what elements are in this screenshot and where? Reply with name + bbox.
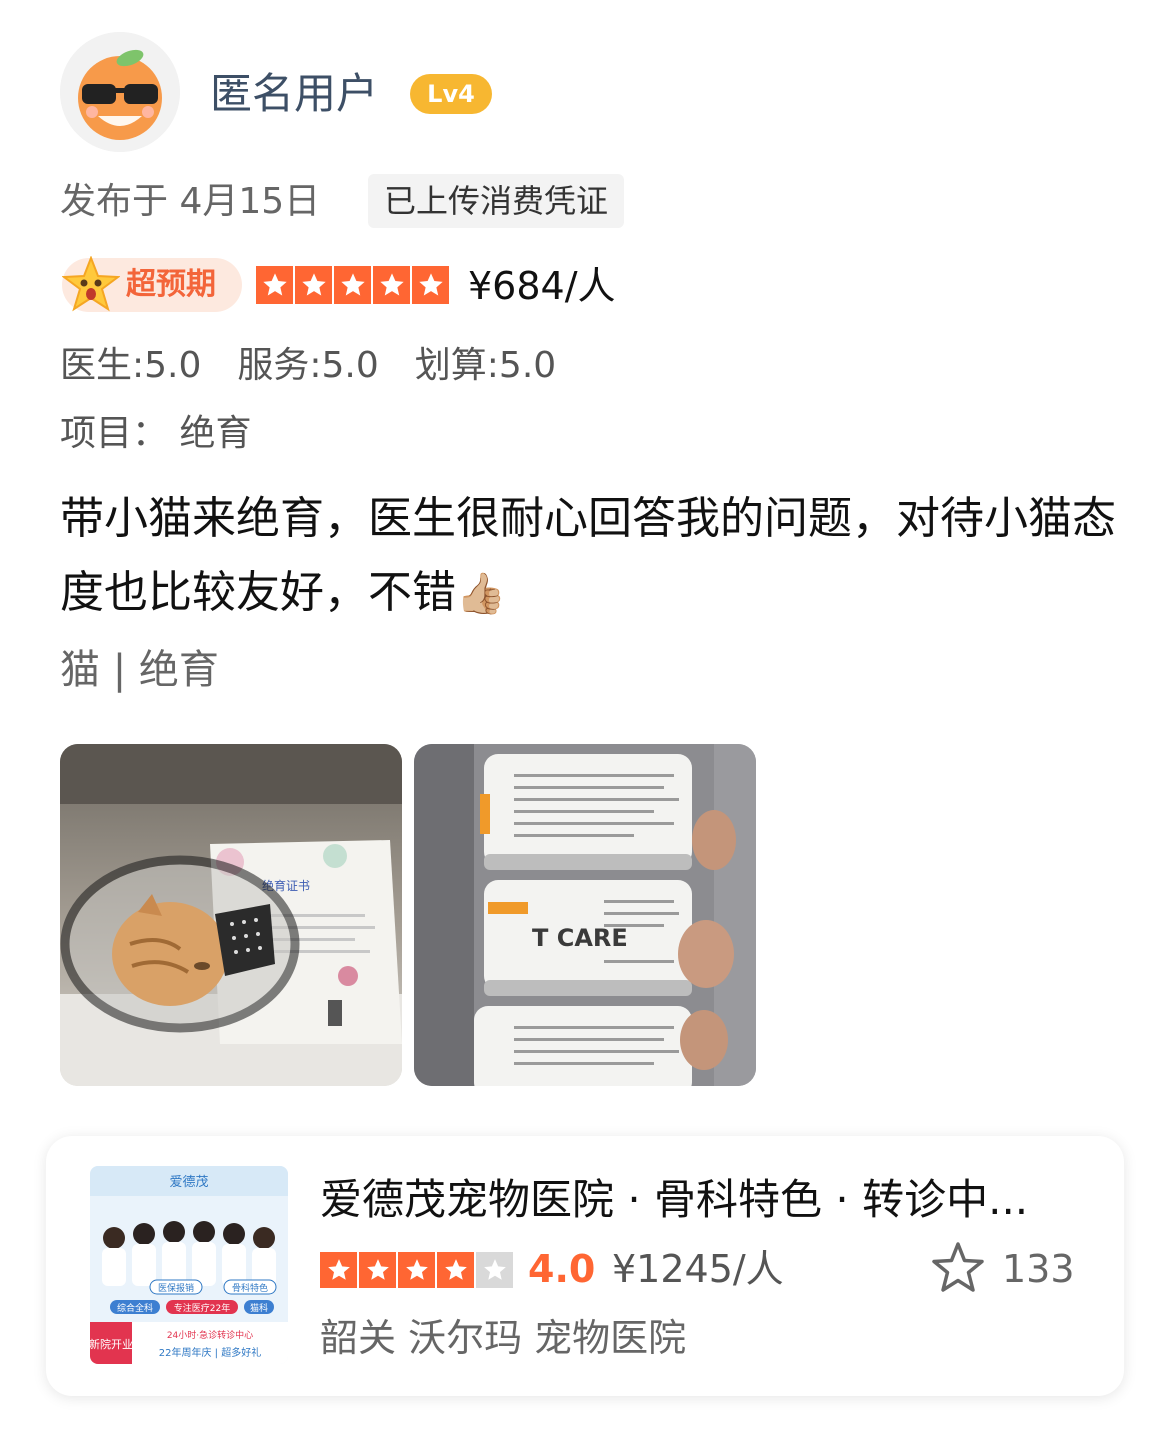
shop-banner-brand: 爱德茂 bbox=[169, 1175, 208, 1190]
sub-scores: 医生:5.0 服务:5.0 划算:5.0 bbox=[60, 342, 556, 390]
shop-tag-3: 综合全科 bbox=[117, 1302, 153, 1314]
avatar[interactable] bbox=[60, 32, 180, 152]
shop-banner-image: 爱德茂 医保报销 骨科特色 综合全科 专注医疗22年 猫科 新院开业 24小时·… bbox=[90, 1166, 288, 1364]
shop-banner-line1: 24小时·急诊转诊中心 bbox=[167, 1329, 253, 1341]
shop-price: ¥1245/人 bbox=[612, 1247, 784, 1291]
cans-photo-image: T CARE bbox=[414, 744, 756, 1086]
review-page: 匿名用户 Lv4 发布于 4月15日 已上传消费凭证 超预期 ¥684/人 医生… bbox=[0, 0, 1170, 1444]
star-filled-icon bbox=[437, 1252, 474, 1288]
shop-tag-2: 骨科特色 bbox=[232, 1282, 268, 1294]
star-filled-icon bbox=[398, 1252, 435, 1288]
orange-avatar-icon bbox=[60, 32, 180, 152]
score-doctor: 医生:5.0 bbox=[60, 345, 202, 386]
publish-date: 发布于 4月15日 bbox=[60, 181, 321, 222]
username[interactable]: 匿名用户 bbox=[210, 66, 378, 122]
star-filled-icon bbox=[256, 266, 293, 304]
review-photo-cat[interactable]: 绝育证书 bbox=[60, 744, 402, 1086]
new-branch-badge: 新院开业 bbox=[90, 1337, 133, 1351]
score-service: 服务:5.0 bbox=[237, 345, 379, 386]
shop-location: 韶关 沃尔玛 宠物医院 bbox=[320, 1316, 687, 1360]
star-empty-icon bbox=[476, 1252, 513, 1288]
expectation-label: 超预期 bbox=[126, 267, 216, 302]
shop-rating-stars bbox=[320, 1252, 513, 1288]
star-face-icon bbox=[62, 256, 120, 312]
review-tags[interactable]: 猫 | 绝育 bbox=[60, 644, 219, 696]
price-per-person: ¥684/人 bbox=[468, 264, 616, 308]
star-filled-icon bbox=[359, 1252, 396, 1288]
shop-tag-4: 专注医疗22年 bbox=[174, 1302, 230, 1314]
shop-tag-1: 医保报销 bbox=[158, 1282, 194, 1294]
shop-card[interactable]: 爱德茂 医保报销 骨科特色 综合全科 专注医疗22年 猫科 新院开业 24小时·… bbox=[46, 1136, 1124, 1396]
shop-tag-5: 猫科 bbox=[250, 1302, 268, 1314]
review-photo-cans[interactable]: T CARE bbox=[414, 744, 756, 1086]
can-label: T CARE bbox=[532, 924, 628, 952]
star-filled-icon bbox=[412, 266, 449, 304]
level-badge: Lv4 bbox=[410, 74, 492, 114]
star-filled-icon bbox=[373, 266, 410, 304]
expectation-badge: 超预期 bbox=[62, 256, 242, 312]
cat-photo-image: 绝育证书 bbox=[60, 744, 402, 1086]
project-line: 项目： 绝育 bbox=[60, 413, 252, 454]
star-filled-icon bbox=[320, 1252, 357, 1288]
review-text: 带小猫来绝育，医生很耐心回答我的问题，对待小猫态度也比较友好，不错👍🏼 bbox=[60, 482, 1120, 631]
rating-stars bbox=[256, 266, 449, 304]
shop-name[interactable]: 爱德茂宠物医院 · 骨科特色 · 转诊中... bbox=[320, 1172, 1080, 1228]
shop-banner-line2: 22年周年庆 | 超多好礼 bbox=[159, 1346, 261, 1359]
favorite-star-icon[interactable] bbox=[930, 1240, 986, 1296]
star-filled-icon bbox=[295, 266, 332, 304]
shop-score: 4.0 bbox=[528, 1247, 596, 1291]
shop-thumbnail: 爱德茂 医保报销 骨科特色 综合全科 专注医疗22年 猫科 新院开业 24小时·… bbox=[90, 1166, 288, 1364]
thumbs-up-icon: 👍🏼 bbox=[456, 571, 506, 617]
receipt-tag: 已上传消费凭证 bbox=[368, 174, 625, 228]
favorite-count: 133 bbox=[1002, 1247, 1075, 1291]
score-value: 划算:5.0 bbox=[414, 345, 557, 386]
review-body: 带小猫来绝育，医生很耐心回答我的问题，对待小猫态度也比较友好，不错 bbox=[60, 493, 1116, 618]
star-filled-icon bbox=[334, 266, 371, 304]
